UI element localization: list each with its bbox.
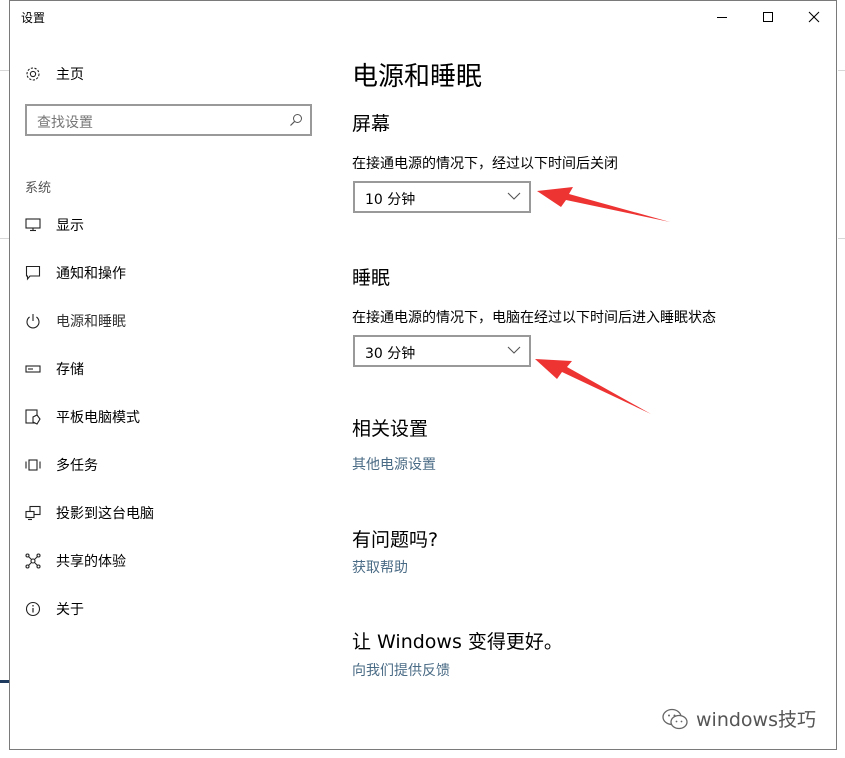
background-fragment xyxy=(0,70,9,71)
watermark: windows技巧 xyxy=(662,705,816,732)
wechat-icon xyxy=(662,708,688,729)
watermark-text: windows技巧 xyxy=(696,709,816,731)
annotation-arrows xyxy=(535,187,670,414)
settings-window: 设置 主页 查找设置 系统 显示 通知和操作 电源和睡眠 存储 平板电脑模式 多… xyxy=(9,0,837,750)
background-fragment xyxy=(838,238,845,239)
annotation-arrow-sleep xyxy=(535,359,651,414)
background-right-edge xyxy=(838,0,845,758)
background-fragment xyxy=(0,680,9,683)
background-fragment xyxy=(838,70,845,71)
background-fragment xyxy=(0,238,9,239)
annotation-arrow-screen xyxy=(537,187,670,222)
background-left-edge xyxy=(0,0,9,758)
